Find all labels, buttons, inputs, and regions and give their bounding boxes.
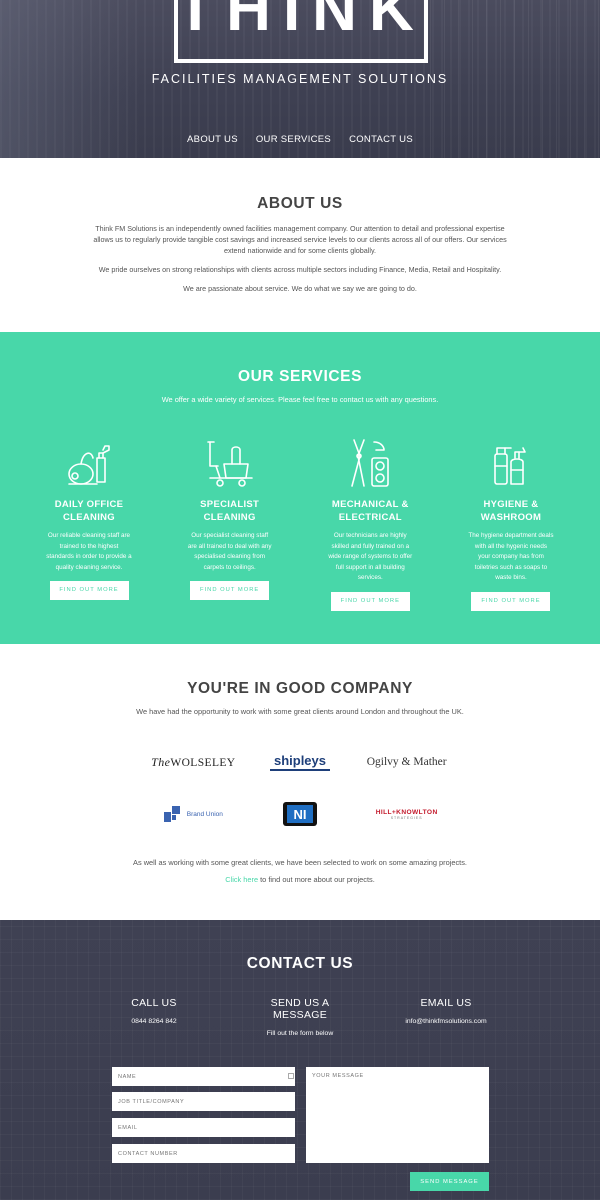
client-logo-wolseley: TheWOLSELEY xyxy=(151,754,236,769)
logo-text: THINK xyxy=(176,0,426,44)
job-title-field[interactable] xyxy=(112,1092,295,1111)
email-field[interactable] xyxy=(112,1118,295,1137)
about-paragraph-2: We pride ourselves on strong relationshi… xyxy=(98,265,502,274)
service-description: Our reliable cleaning staff are trained … xyxy=(46,532,132,571)
phone-number[interactable]: 0844 8264 842 xyxy=(99,1018,209,1025)
find-out-more-button[interactable]: FIND OUT MORE xyxy=(471,591,551,611)
contact-columns: CALL US 0844 8264 842 SEND US A MESSAGE … xyxy=(0,997,600,1037)
clients-title: YOU'RE IN GOOD COMPANY xyxy=(187,680,413,697)
projects-link-line: Click here to find out more about our pr… xyxy=(225,875,375,884)
about-title: ABOUT US xyxy=(257,195,343,212)
service-specialist-cleaning: SPECIALIST CLEANING Our specialist cleani… xyxy=(181,436,279,611)
client-logo-ogilvy: Ogilvy & Mather xyxy=(366,756,447,768)
pliers-socket-icon xyxy=(351,439,390,487)
nav-our-services[interactable]: OUR SERVICES xyxy=(256,134,331,145)
name-field[interactable] xyxy=(112,1067,295,1086)
contact-call-us: CALL US 0844 8264 842 xyxy=(99,997,209,1037)
service-description: Our technicians are highly skilled and f… xyxy=(328,532,413,581)
contact-number-field[interactable] xyxy=(112,1144,295,1163)
contact-section: CONTACT US CALL US 0844 8264 842 SEND US… xyxy=(0,920,600,1200)
contact-form: SEND MESSAGE xyxy=(112,1067,489,1193)
about-section: ABOUT US Think FM Solutions is an indepe… xyxy=(0,158,600,332)
client-logo-brand-union: Brand Union xyxy=(140,800,247,828)
services-section: OUR SERVICES We offer a wide variety of … xyxy=(0,332,600,644)
find-out-more-button[interactable]: FIND OUT MORE xyxy=(49,581,129,600)
cleaning-cart-icon xyxy=(206,441,253,487)
think-logo[interactable]: THINK xyxy=(174,0,428,63)
main-nav: ABOUT US OUR SERVICES CONTACT US xyxy=(0,134,600,145)
email-address[interactable]: info@thinkfmsolutions.com xyxy=(391,1018,501,1025)
find-out-more-button[interactable]: FIND OUT MORE xyxy=(190,581,270,600)
clients-intro: We have had the opportunity to work with… xyxy=(136,707,464,716)
message-field[interactable] xyxy=(306,1067,489,1163)
clients-section: YOU'RE IN GOOD COMPANY We have had the o… xyxy=(0,644,600,920)
contact-title: CONTACT US xyxy=(246,955,354,972)
find-out-more-button[interactable]: FIND OUT MORE xyxy=(330,591,410,611)
client-logo-grid: TheWOLSELEY shipleys Ogilvy & Mather Bra… xyxy=(140,748,460,828)
nav-contact-us[interactable]: CONTACT US xyxy=(349,134,413,145)
send-message-button[interactable]: SEND MESSAGE xyxy=(410,1172,489,1191)
service-title: SPECIALIST CLEANING xyxy=(200,499,260,523)
services-list: DAILY OFFICE CLEANING Our reliable cleani… xyxy=(40,436,560,611)
projects-link[interactable]: Click here xyxy=(225,875,258,884)
service-title: HYGIENE & WASHROOM xyxy=(480,499,542,523)
service-description: Our specialist cleaning staff are all tr… xyxy=(187,532,272,571)
projects-text: As well as working with some great clien… xyxy=(133,858,467,867)
service-title: DAILY OFFICE CLEANING xyxy=(54,499,124,523)
tagline: FACILITIES MANAGEMENT SOLUTIONS xyxy=(151,72,449,86)
service-title: MECHANICAL & ELECTRICAL xyxy=(331,499,409,523)
contact-send-message: SEND US A MESSAGE Fill out the form belo… xyxy=(266,997,334,1037)
service-description: The hygiene department deals with all th… xyxy=(468,532,554,581)
client-logo-ni: NI xyxy=(247,800,354,828)
brand-union-mark-icon xyxy=(163,806,180,822)
about-paragraph-1: Think FM Solutions is an independently o… xyxy=(93,224,507,255)
svg-text:NI: NI xyxy=(293,807,306,822)
service-mechanical-electrical: MECHANICAL & ELECTRICAL Our technicians a… xyxy=(321,436,419,611)
client-logo-hill-knowlton: HILL+KNOWLTON STRATEGIES xyxy=(375,808,438,820)
nav-about-us[interactable]: ABOUT US xyxy=(187,134,238,145)
autofill-icon xyxy=(288,1073,294,1079)
ni-logo-icon: NI xyxy=(282,802,317,826)
about-paragraph-3: We are passionate about service. We do w… xyxy=(183,284,417,293)
service-hygiene-washroom: HYGIENE & WASHROOM The hygiene department… xyxy=(462,436,560,611)
contact-email-us: EMAIL US info@thinkfmsolutions.com xyxy=(391,997,501,1037)
services-title: OUR SERVICES xyxy=(237,368,363,385)
vacuum-cleaner-icon xyxy=(68,445,110,485)
client-logo-shipleys: shipleys xyxy=(247,748,354,776)
services-intro: We offer a wide variety of services. Ple… xyxy=(161,395,439,404)
service-daily-office-cleaning: DAILY OFFICE CLEANING Our reliable cleani… xyxy=(40,436,138,611)
hero-header: THINK FACILITIES MANAGEMENT SOLUTIONS AB… xyxy=(0,0,600,158)
spray-bottles-icon xyxy=(494,447,526,485)
